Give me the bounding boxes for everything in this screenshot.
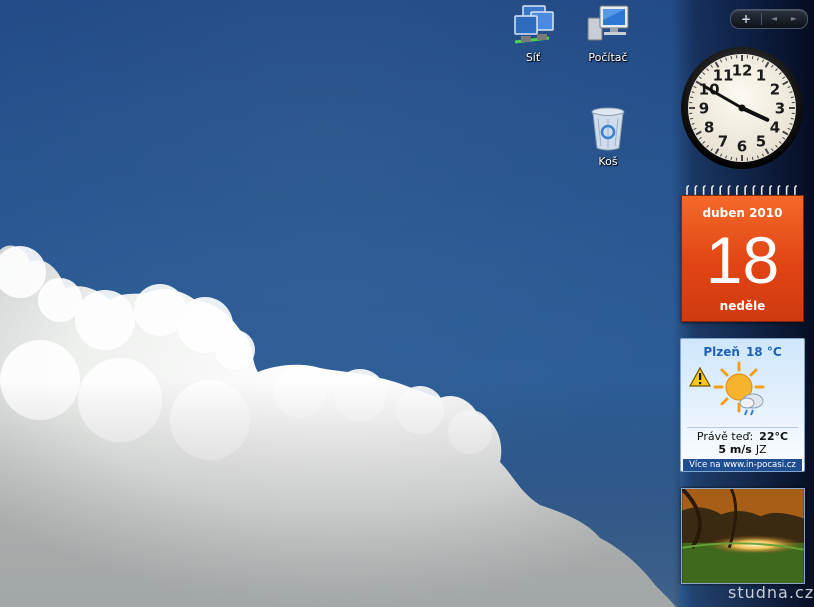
sidebar-controls: + ◄ ►	[730, 9, 808, 29]
slideshow-gadget[interactable]	[681, 488, 805, 584]
calendar-weekday: neděle	[719, 299, 766, 313]
clock-tick	[790, 117, 794, 120]
clock-tick	[790, 96, 794, 99]
weather-wind: 5 m/s JZ	[687, 443, 798, 456]
computer-icon	[587, 5, 629, 41]
calendar-day: 18	[705, 223, 780, 297]
computer-desktop-icon[interactable]: Počítač	[576, 4, 640, 64]
sun-cloud-rain-icon	[713, 361, 765, 416]
controls-separator	[761, 13, 762, 25]
previous-page-button[interactable]: ◄	[765, 10, 783, 28]
warning-icon[interactable]	[689, 367, 711, 387]
weather-now-temp: 22°C	[759, 430, 789, 443]
clock-numeral: 7	[718, 132, 728, 150]
watermark-text: studna.cz	[728, 583, 814, 602]
weather-temp: 18 °C	[745, 345, 782, 359]
clock-numeral: 5	[756, 132, 766, 150]
clock-tick	[690, 96, 694, 99]
calendar-month: duben 2010	[702, 206, 783, 220]
weather-gadget[interactable]: Plzeň 18 °C Právě teď: 22°C 5 m/s JZ Více n…	[680, 338, 805, 472]
clock-tick	[751, 156, 754, 160]
clock-numeral: 4	[770, 119, 780, 137]
add-gadget-button[interactable]: +	[737, 10, 755, 28]
clock-numeral: 6	[737, 138, 747, 156]
weather-wind-speed: 5 m/s	[718, 443, 752, 456]
weather-details: Právě teď: 22°C 5 m/s JZ	[687, 427, 798, 458]
computer-label: Počítač	[588, 51, 628, 64]
clock-gadget[interactable]: 121234567891011	[680, 46, 804, 170]
recycle-bin-desktop-icon[interactable]: Koš	[576, 106, 640, 168]
clock-tick	[730, 156, 733, 160]
recycle-bin-icon	[591, 107, 625, 151]
network-label: Síť	[525, 51, 541, 64]
clock-tick	[751, 56, 754, 60]
network-icon	[514, 5, 554, 44]
clock-numeral: 2	[770, 81, 780, 99]
clock-numeral: 8	[704, 119, 714, 137]
clock-center	[738, 104, 746, 112]
calendar-gadget[interactable]: duben 2010 18 neděle	[681, 195, 804, 322]
clock-tick	[690, 117, 694, 120]
weather-footer-link[interactable]: Více na www.in-pocasi.cz	[683, 459, 802, 471]
weather-now: Právě teď: 22°C	[687, 430, 798, 443]
weather-now-label: Právě teď:	[696, 430, 754, 443]
clock-tick	[730, 56, 733, 60]
weather-city: Plzeň	[703, 345, 740, 359]
recycle-bin-label: Koš	[598, 155, 618, 168]
clock-numeral: 12	[732, 62, 753, 80]
weather-wind-direction: JZ	[755, 443, 767, 456]
clock-numeral: 1	[756, 67, 766, 85]
clock-numeral: 11	[713, 67, 734, 85]
network-desktop-icon[interactable]: Síť	[501, 4, 565, 64]
weather-title: Plzeň 18 °C	[681, 345, 804, 359]
clock-numeral: 9	[699, 100, 709, 118]
next-page-button[interactable]: ►	[785, 10, 803, 28]
clock-numeral: 3	[775, 100, 785, 118]
